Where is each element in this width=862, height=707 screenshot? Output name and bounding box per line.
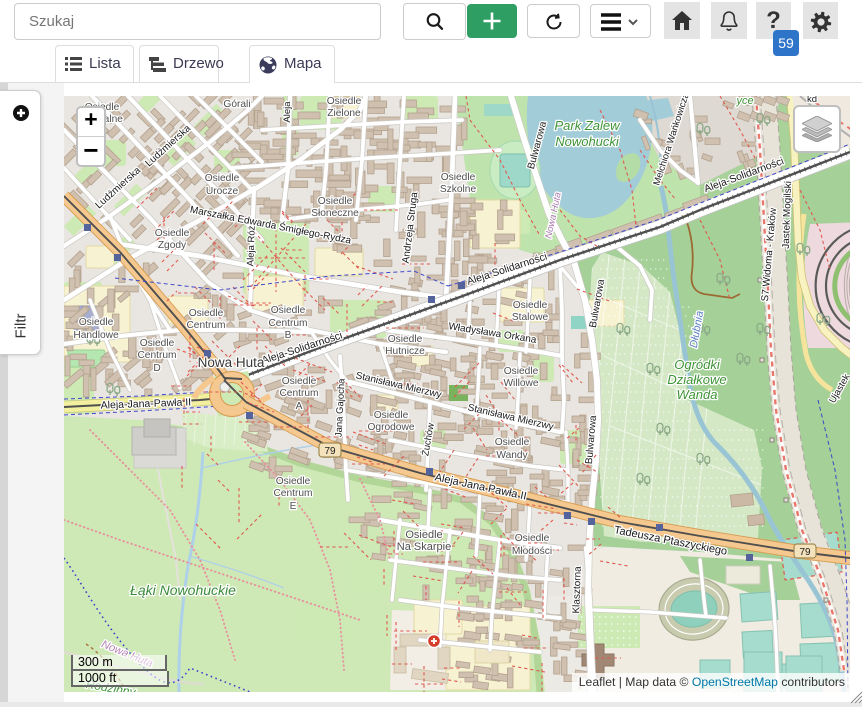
svg-text:Urocze: Urocze bbox=[206, 186, 239, 197]
svg-text:Zgody: Zgody bbox=[158, 240, 187, 251]
svg-text:E: E bbox=[290, 501, 297, 512]
svg-text:Górali: Górali bbox=[223, 99, 250, 110]
svg-text:Osiedle: Osiedle bbox=[374, 410, 409, 421]
svg-text:Zielone: Zielone bbox=[327, 108, 361, 119]
svg-text:Osiedle: Osiedle bbox=[441, 172, 476, 183]
svg-text:Osiedle: Osiedle bbox=[79, 317, 114, 328]
svg-text:Osiedle: Osiedle bbox=[388, 334, 423, 345]
svg-text:Centrum: Centrum bbox=[186, 320, 225, 331]
svg-text:kd: kd bbox=[807, 96, 817, 105]
svg-text:79: 79 bbox=[799, 547, 811, 558]
svg-text:Osiedle: Osiedle bbox=[405, 529, 442, 541]
svg-text:Osiedle: Osiedle bbox=[515, 533, 550, 544]
svg-text:Park Zalew: Park Zalew bbox=[554, 118, 621, 133]
svg-text:Stalowe: Stalowe bbox=[512, 312, 549, 323]
svg-text:A: A bbox=[296, 401, 303, 412]
svg-text:Osiedle: Osiedle bbox=[205, 173, 240, 184]
svg-text:Wanda: Wanda bbox=[677, 387, 718, 402]
svg-text:Ogródki: Ogródki bbox=[674, 357, 721, 372]
svg-text:Centrum: Centrum bbox=[268, 318, 307, 329]
svg-text:Na Skarpie: Na Skarpie bbox=[397, 541, 451, 553]
svg-text:Osiedle: Osiedle bbox=[318, 196, 353, 207]
svg-text:Łąki Nowohuckie: Łąki Nowohuckie bbox=[130, 582, 236, 598]
svg-text:Słoneczne: Słoneczne bbox=[311, 208, 359, 219]
svg-text:Działkowe: Działkowe bbox=[667, 372, 726, 387]
svg-text:Młodości: Młodości bbox=[512, 546, 552, 557]
svg-text:Szkolne: Szkolne bbox=[440, 184, 477, 195]
svg-text:Centrum: Centrum bbox=[137, 350, 176, 361]
svg-text:Centrum: Centrum bbox=[279, 388, 318, 399]
svg-text:Klasztorna: Klasztorna bbox=[571, 566, 584, 614]
svg-text:Osiedle: Osiedle bbox=[327, 96, 362, 107]
svg-text:Aleja Róż: Aleja Róż bbox=[245, 225, 257, 266]
svg-text:yce: yce bbox=[735, 96, 753, 107]
svg-text:Osiedle: Osiedle bbox=[271, 305, 306, 316]
svg-text:Ogrodowe: Ogrodowe bbox=[367, 422, 414, 433]
svg-text:Hutnicze: Hutnicze bbox=[385, 346, 425, 357]
svg-text:B: B bbox=[285, 330, 292, 341]
svg-text:Aleja: Aleja bbox=[282, 101, 293, 123]
svg-text:Osiedle: Osiedle bbox=[495, 437, 530, 448]
svg-text:Willowe: Willowe bbox=[503, 378, 538, 389]
svg-text:Osiedle: Osiedle bbox=[513, 300, 548, 311]
svg-text:Osiedle: Osiedle bbox=[504, 366, 539, 377]
svg-text:Osiedle: Osiedle bbox=[276, 476, 311, 487]
svg-text:Handlowe: Handlowe bbox=[73, 330, 119, 341]
svg-text:Osiedle: Osiedle bbox=[155, 228, 190, 239]
svg-text:Osiedle: Osiedle bbox=[189, 308, 224, 319]
svg-text:79: 79 bbox=[324, 446, 336, 457]
svg-text:Osiedle: Osiedle bbox=[282, 376, 317, 387]
svg-text:Osiedle: Osiedle bbox=[140, 338, 175, 349]
svg-text:Nowa Huta: Nowa Huta bbox=[198, 355, 265, 370]
svg-text:Wandy: Wandy bbox=[496, 450, 528, 461]
svg-text:Nowohucki: Nowohucki bbox=[555, 134, 620, 149]
svg-text:Centrum: Centrum bbox=[273, 488, 312, 499]
svg-text:D: D bbox=[153, 363, 160, 374]
